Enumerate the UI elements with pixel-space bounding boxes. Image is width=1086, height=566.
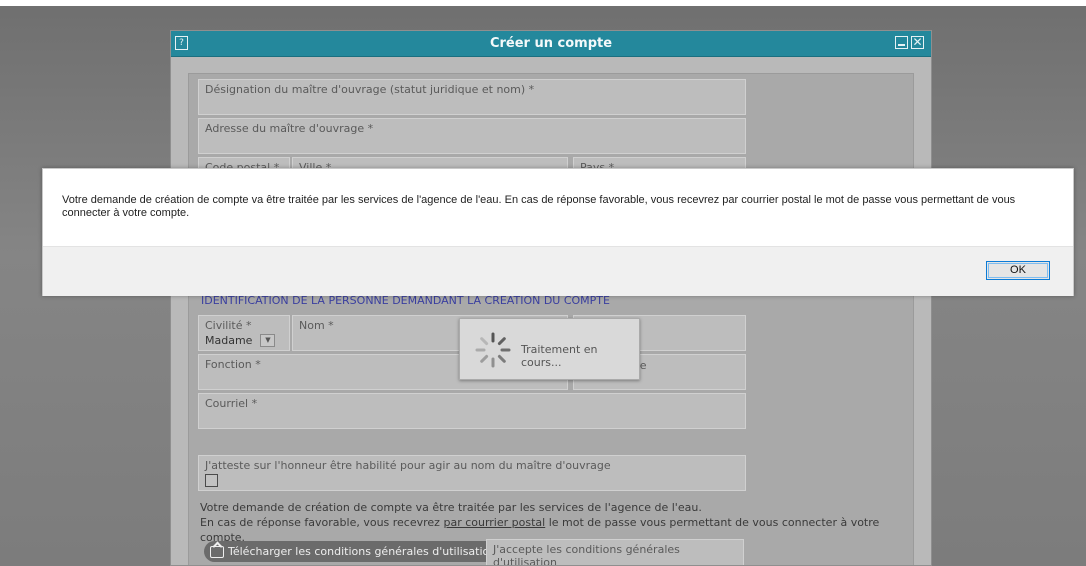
civilite-select[interactable]: Madame ▼ (205, 334, 283, 347)
download-cgu-button[interactable]: Télécharger les conditions générales d'u… (204, 541, 505, 562)
designation-label: Désignation du maître d'ouvrage (statut … (205, 83, 535, 96)
attestation-label: J'atteste sur l'honneur être habilité po… (205, 459, 611, 472)
courriel-field[interactable]: Courriel * (198, 393, 746, 429)
attestation-checkbox[interactable] (205, 474, 218, 487)
courriel-label: Courriel * (205, 397, 258, 410)
download-icon (210, 545, 224, 558)
top-strip (0, 0, 1086, 6)
designation-field[interactable]: Désignation du maître d'ouvrage (statut … (198, 79, 746, 115)
window-title: Créer un compte (489, 36, 613, 51)
close-icon[interactable]: ✕ (911, 36, 924, 49)
civilite-label: Civilité * (205, 319, 252, 332)
loading-text: Traitement en cours... (521, 343, 598, 369)
notice-line-1: Votre demande de création de compte va ê… (200, 501, 702, 514)
download-cgu-label: Télécharger les conditions générales d'u… (228, 545, 497, 558)
dialog-footer: OK (43, 246, 1073, 296)
chevron-down-icon[interactable]: ▼ (260, 334, 276, 347)
nom-label: Nom * (299, 319, 334, 332)
fonction-label: Fonction * (205, 358, 261, 371)
civilite-value: Madame (205, 334, 253, 347)
confirmation-dialog: Votre demande de création de compte va ê… (42, 168, 1074, 296)
create-account-window: ? Créer un compte ✕ Désignation du maîtr… (170, 30, 932, 566)
minimize-icon[interactable] (895, 36, 908, 49)
courrier-postal-link[interactable]: par courrier postal (443, 516, 545, 529)
ok-button[interactable]: OK (986, 261, 1050, 280)
window-titlebar: ? Créer un compte ✕ (171, 31, 931, 57)
civilite-field[interactable]: Civilité * Madame ▼ (198, 315, 290, 351)
dialog-message: Votre demande de création de compte va ê… (62, 194, 1016, 219)
adresse-label: Adresse du maître d'ouvrage * (205, 122, 374, 135)
accept-cgu-field: J'accepte les conditions générales d'uti… (486, 539, 744, 566)
loading-overlay: Traitement en cours... (459, 318, 640, 380)
spinner-icon (475, 332, 511, 368)
attestation-field: J'atteste sur l'honneur être habilité po… (198, 455, 746, 491)
accept-cgu-label: J'accepte les conditions générales d'uti… (493, 543, 680, 566)
notice-line-2-before: En cas de réponse favorable, vous recevr… (200, 516, 444, 529)
adresse-field[interactable]: Adresse du maître d'ouvrage * (198, 118, 746, 154)
